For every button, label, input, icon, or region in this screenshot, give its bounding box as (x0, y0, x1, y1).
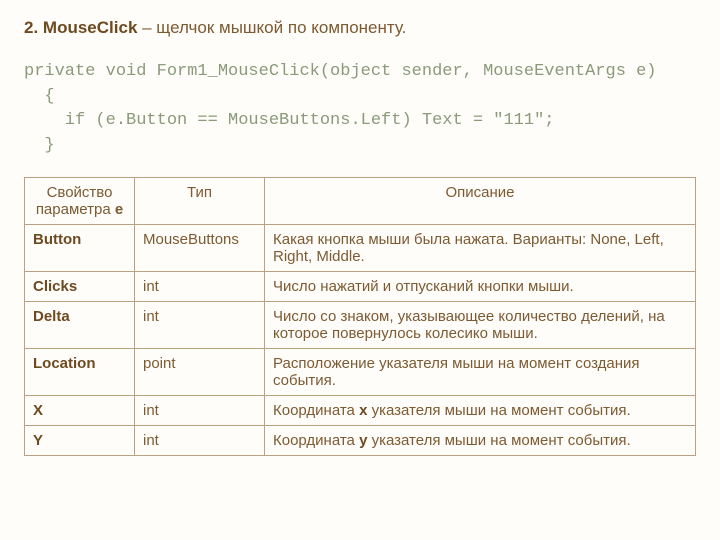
th-em: e (115, 201, 123, 218)
cell-type: int (135, 301, 265, 348)
section-heading: 2. MouseClick – щелчок мышкой по компоне… (24, 18, 696, 38)
cell-property: Clicks (25, 271, 135, 301)
cell-type: int (135, 395, 265, 425)
cell-type: point (135, 348, 265, 395)
table-row: Button MouseButtons Какая кнопка мыши бы… (25, 224, 696, 271)
cell-desc: Число со знаком, указывающее количество … (265, 301, 696, 348)
desc-text: Координата (273, 432, 359, 449)
heading-desc: – щелчок мышкой по компоненту. (137, 18, 406, 37)
col-header-property: Свойство параметра e (25, 177, 135, 224)
heading-name: MouseClick (43, 18, 137, 37)
cell-property: Button (25, 224, 135, 271)
properties-table: Свойство параметра e Тип Описание Button… (24, 177, 696, 456)
col-header-desc: Описание (265, 177, 696, 224)
cell-property: Delta (25, 301, 135, 348)
cell-desc: Координата y указателя мыши на момент со… (265, 425, 696, 455)
desc-text: указателя мыши на момент события. (367, 402, 630, 419)
table-row: Delta int Число со знаком, указывающее к… (25, 301, 696, 348)
code-line: } (24, 136, 55, 155)
cell-desc: Число нажатий и отпусканий кнопки мыши. (265, 271, 696, 301)
th-text: параметра (36, 201, 115, 218)
code-line: private void Form1_MouseClick(object sen… (24, 62, 657, 81)
cell-type: int (135, 425, 265, 455)
code-line: if (e.Button == MouseButtons.Left) Text … (24, 111, 555, 130)
desc-text: указателя мыши на момент события. (367, 432, 630, 449)
th-text: Свойство (47, 184, 113, 201)
code-line: { (24, 87, 55, 106)
table-row: Y int Координата y указателя мыши на мом… (25, 425, 696, 455)
cell-property: X (25, 395, 135, 425)
table-row: Clicks int Число нажатий и отпусканий кн… (25, 271, 696, 301)
cell-desc: Координата x указателя мыши на момент со… (265, 395, 696, 425)
table-header-row: Свойство параметра e Тип Описание (25, 177, 696, 224)
table-row: X int Координата x указателя мыши на мом… (25, 395, 696, 425)
heading-number: 2. (24, 18, 38, 37)
cell-desc: Какая кнопка мыши была нажата. Варианты:… (265, 224, 696, 271)
cell-property: Y (25, 425, 135, 455)
table-row: Location point Расположение указателя мы… (25, 348, 696, 395)
code-block: private void Form1_MouseClick(object sen… (24, 60, 696, 159)
cell-type: MouseButtons (135, 224, 265, 271)
cell-type: int (135, 271, 265, 301)
cell-desc: Расположение указателя мыши на момент со… (265, 348, 696, 395)
col-header-type: Тип (135, 177, 265, 224)
cell-property: Location (25, 348, 135, 395)
desc-text: Координата (273, 402, 359, 419)
